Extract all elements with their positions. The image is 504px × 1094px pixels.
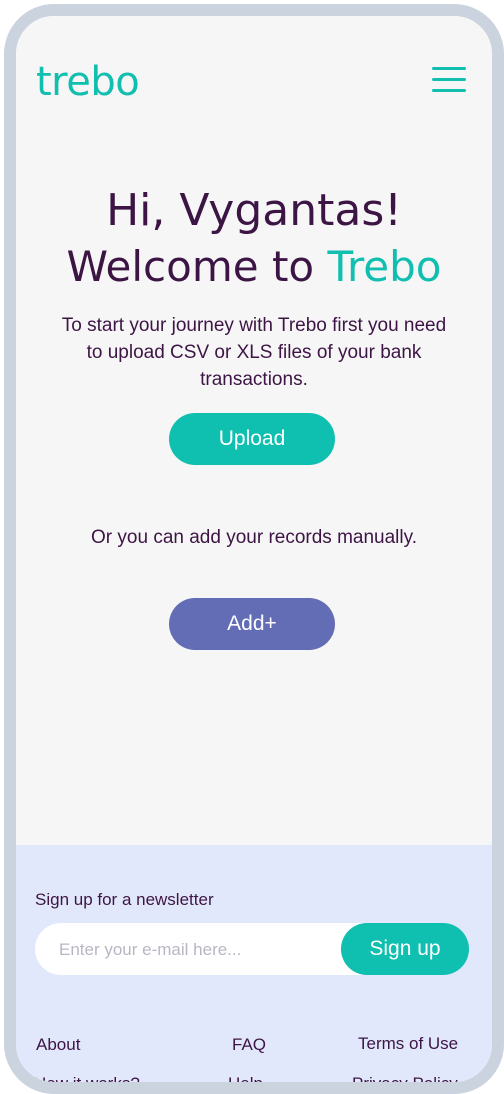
hamburger-menu-icon[interactable] (432, 64, 468, 94)
welcome-prefix: Welcome to (66, 242, 328, 291)
email-input[interactable] (57, 923, 341, 977)
app-screen: trebo Hi, Vygantas! Welcome to Trebo To … (16, 16, 492, 1082)
footer-link-faq[interactable]: FAQ (232, 1035, 266, 1055)
footer-link-about[interactable]: About (36, 1035, 80, 1055)
add-record-button[interactable]: Add+ (169, 598, 335, 650)
menu-bar (432, 89, 466, 92)
menu-bar (432, 78, 466, 81)
greeting-heading: Hi, Vygantas! (106, 185, 402, 236)
intro-text: To start your journey with Trebo first y… (61, 315, 447, 390)
welcome-heading: Welcome to Trebo (16, 240, 492, 294)
newsletter-form: Sign up (35, 923, 469, 977)
footer-link-help[interactable]: Help (228, 1074, 263, 1082)
phone-frame: trebo Hi, Vygantas! Welcome to Trebo To … (4, 4, 504, 1094)
trebo-logo[interactable]: trebo (36, 58, 140, 106)
upload-button[interactable]: Upload (169, 413, 335, 465)
footer: Sign up for a newsletter Sign up About F… (16, 845, 492, 1082)
signup-button[interactable]: Sign up (341, 923, 469, 975)
footer-link-privacy[interactable]: Privacy Policy (352, 1074, 458, 1082)
footer-link-terms[interactable]: Terms of Use (358, 1034, 458, 1054)
footer-link-how-it-works[interactable]: How it works? (34, 1074, 140, 1082)
manual-text: Or you can add your records manually. (91, 527, 417, 548)
welcome-brand: Trebo (327, 242, 442, 291)
menu-bar (432, 67, 466, 70)
newsletter-title: Sign up for a newsletter (35, 890, 214, 909)
